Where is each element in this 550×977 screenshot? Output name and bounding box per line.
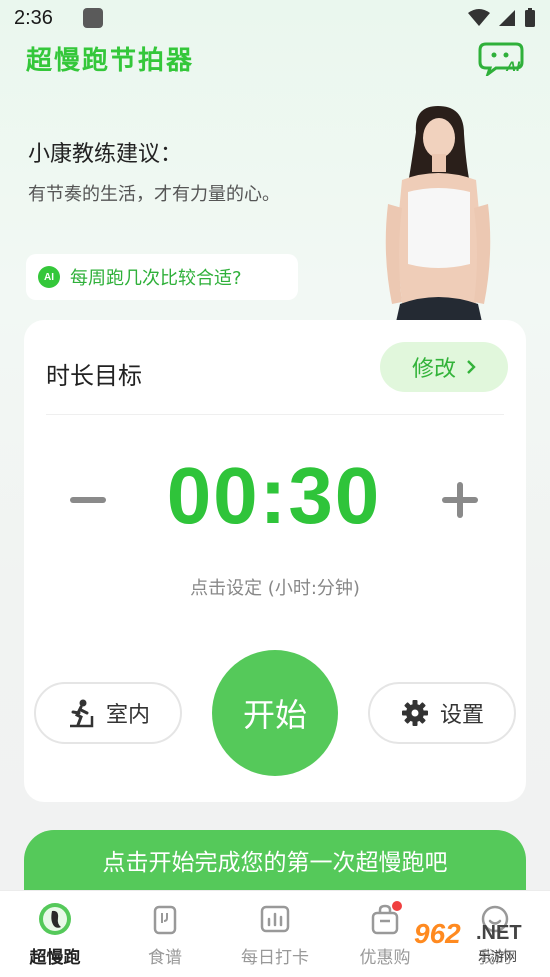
notification-icon (82, 8, 103, 28)
settings-label: 设置 (439, 703, 484, 728)
settings-button[interactable]: 设置 (368, 682, 516, 744)
nav-item-recipe[interactable]: 食谱 (110, 891, 220, 977)
coach-quote: 有节奏的生活，才有力量的心。 (28, 184, 280, 205)
suggestion-text: 每周跑几次比较合适? (70, 268, 242, 289)
recipe-icon (153, 905, 177, 935)
minus-button[interactable] (68, 480, 108, 520)
suggestion-chip[interactable]: AI 每周跑几次比较合适? (26, 254, 298, 300)
notification-badge (392, 901, 402, 911)
wifi-icon (468, 9, 490, 26)
gear-icon (401, 700, 428, 726)
coach-figure-image (385, 106, 491, 322)
nav-item-checkin[interactable]: 每日打卡 (220, 891, 330, 977)
edit-button[interactable]: 修改 (380, 342, 508, 392)
app-title: 超慢跑节拍器 (26, 46, 195, 76)
chevron-right-icon (467, 360, 476, 374)
card-title: 时长目标 (46, 362, 142, 390)
start-button[interactable]: 开始 (212, 650, 338, 776)
duration-display[interactable]: 00:30 (124, 450, 424, 542)
ai-chat-button[interactable]: AI (478, 40, 524, 79)
timer-card: 时长目标 修改 00:30 点击设定 (小时:分钟) 室内 开始 设置 (24, 320, 526, 802)
signal-icon (499, 10, 515, 26)
time-hint: 点击设定 (小时:分钟) (190, 578, 360, 599)
watermark-logo: 962 .NET 乐游网 (414, 918, 544, 970)
divider (46, 414, 504, 415)
treadmill-run-icon (69, 699, 94, 728)
run-foot-icon (39, 903, 71, 935)
chart-checkin-icon (260, 905, 290, 933)
indoor-button[interactable]: 室内 (34, 682, 182, 744)
first-run-cta-button[interactable]: 点击开始完成您的第一次超慢跑吧 (24, 830, 526, 890)
nav-label: 每日打卡 (241, 948, 309, 968)
ai-icon: AI (38, 266, 60, 288)
watermark-number: 962 (414, 918, 461, 949)
nav-label: 超慢跑 (29, 948, 81, 968)
battery-icon (525, 8, 535, 27)
nav-label: 优惠购 (359, 948, 411, 968)
watermark-site-name: 乐游网 (478, 950, 518, 965)
ai-chat-icon: AI (478, 42, 524, 79)
edit-label: 修改 (411, 357, 456, 382)
status-time: 2:36 (14, 6, 53, 29)
indoor-label: 室内 (105, 703, 150, 728)
nav-item-run[interactable]: 超慢跑 (0, 891, 110, 977)
status-bar: 2:36 (0, 0, 550, 36)
ai-label: AI (505, 58, 521, 74)
coach-name: 小康教练建议： (28, 142, 183, 167)
nav-label: 食谱 (148, 948, 182, 968)
plus-button[interactable] (440, 480, 480, 520)
watermark-domain: .NET (476, 922, 522, 944)
